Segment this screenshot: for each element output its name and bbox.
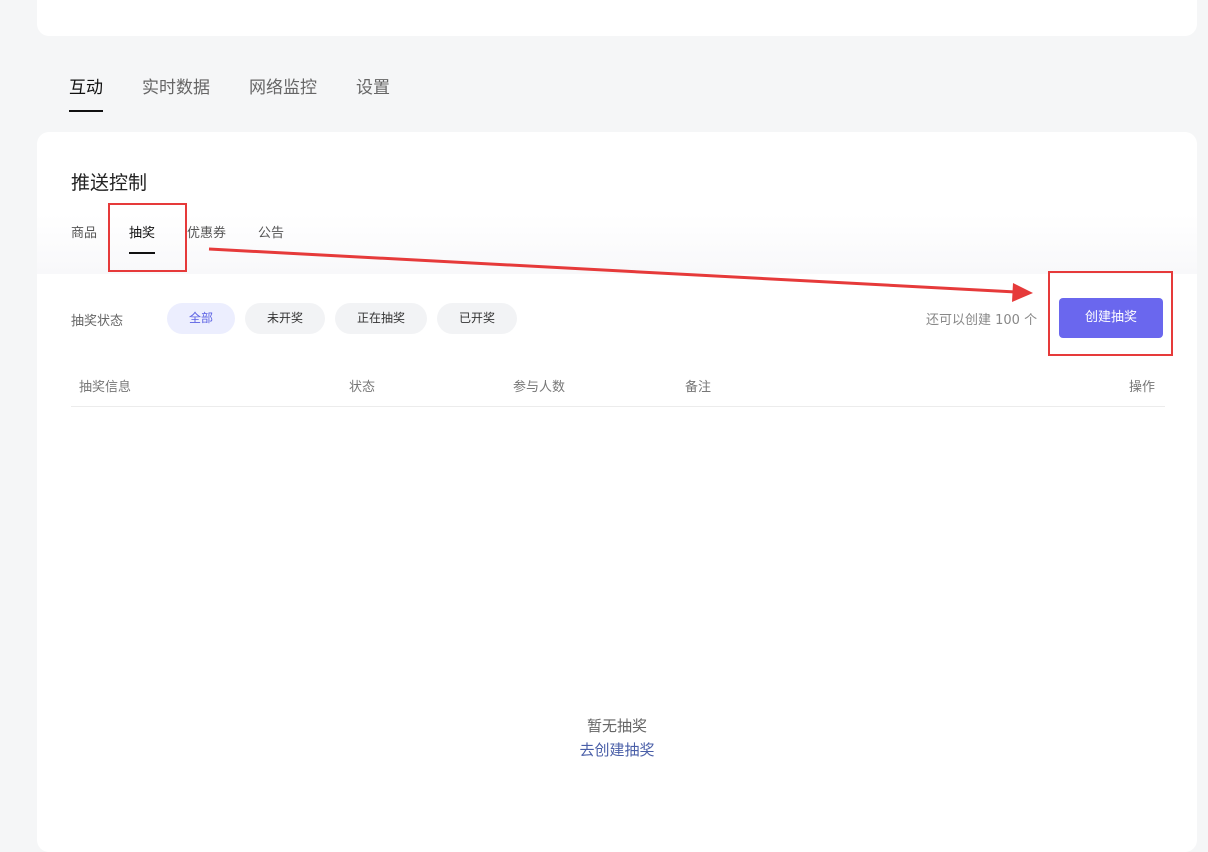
filter-drawing[interactable]: 正在抽奖: [335, 303, 428, 334]
column-header-status: 状态: [349, 380, 376, 395]
empty-text: 暂无抽奖: [586, 717, 647, 735]
tab-interaction[interactable]: 互动: [69, 76, 103, 112]
column-header-notes: 备注: [685, 380, 712, 395]
tab-network-monitor[interactable]: 网络监控: [249, 76, 317, 112]
tab-realtime-data[interactable]: 实时数据: [142, 76, 210, 112]
empty-state: 暂无抽奖 去创建抽奖: [37, 715, 1197, 763]
sub-tab-products[interactable]: 商品: [71, 224, 97, 254]
sub-tab-announcements[interactable]: 公告: [258, 224, 284, 254]
create-lottery-link[interactable]: 去创建抽奖: [37, 737, 1197, 763]
filter-drawn[interactable]: 已开奖: [437, 303, 518, 334]
column-header-participants: 参与人数: [513, 380, 566, 395]
column-header-actions: 操作: [1128, 380, 1155, 395]
filter-all[interactable]: 全部: [167, 303, 236, 334]
top-card: [37, 0, 1197, 36]
quota-text: 还可以创建 100 个: [926, 313, 1038, 328]
tab-settings[interactable]: 设置: [356, 76, 390, 112]
table-header: 抽奖信息 状态 参与人数 备注 操作: [71, 364, 1165, 407]
sub-tab-coupons[interactable]: 优惠券: [187, 224, 226, 254]
sub-tab-lottery[interactable]: 抽奖: [129, 224, 156, 254]
filter-not-drawn[interactable]: 未开奖: [245, 303, 326, 334]
column-header-info: 抽奖信息: [79, 380, 132, 395]
panel-title: 推送控制: [71, 172, 148, 194]
create-lottery-button[interactable]: 创建抽奖: [1059, 298, 1163, 338]
status-filters: 全部 未开奖 正在抽奖 已开奖: [167, 303, 518, 334]
main-tabs: 互动 实时数据 网络监控 设置: [69, 76, 390, 112]
filter-label: 抽奖状态: [71, 314, 124, 329]
push-control-panel: 推送控制 商品 抽奖 优惠券 公告 抽奖状态 全部 未开奖 正在抽奖 已开奖 还…: [37, 132, 1197, 852]
sub-tabs: 商品 抽奖 优惠券 公告: [71, 224, 284, 254]
